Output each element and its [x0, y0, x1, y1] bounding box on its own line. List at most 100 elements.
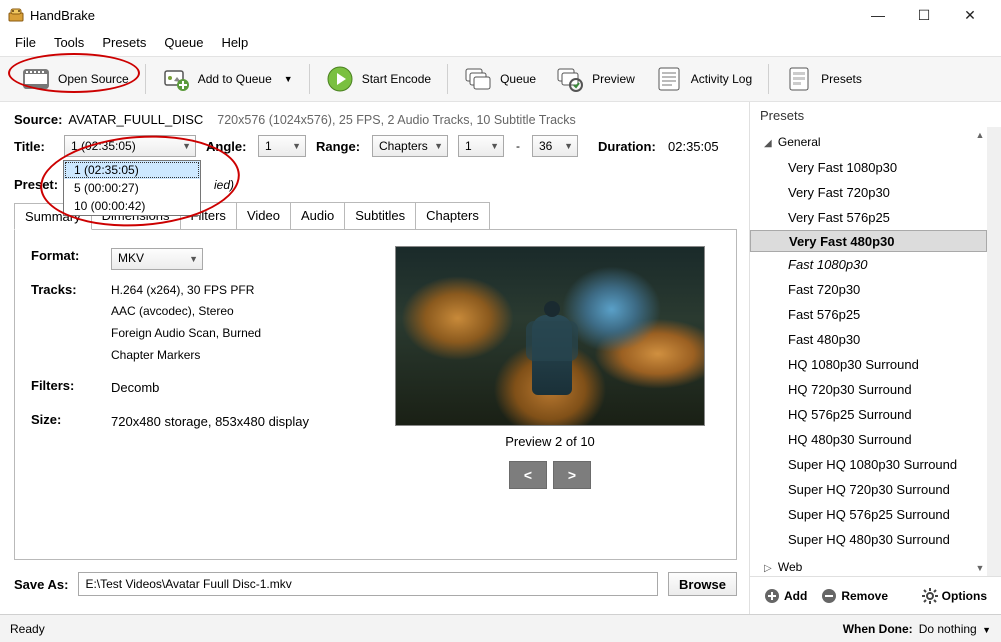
title-dropdown-open[interactable]: 1 (02:35:05) 5 (00:00:27) 10 (00:00:42)	[63, 160, 201, 216]
close-button[interactable]: ✕	[947, 0, 993, 30]
preset-item[interactable]: Super HQ 576p25 Surround	[750, 502, 987, 527]
when-done-value: Do nothing	[919, 622, 977, 636]
preset-group-general[interactable]: ◢ General	[750, 127, 987, 155]
preview-button[interactable]: Preview	[546, 59, 645, 99]
preset-item[interactable]: Fast 720p30	[750, 277, 987, 302]
menu-queue[interactable]: Queue	[155, 32, 212, 53]
range-from-select[interactable]: 1 ▼	[458, 135, 504, 157]
duration-value: 02:35:05	[668, 139, 719, 154]
title-option-1[interactable]: 5 (00:00:27)	[64, 179, 200, 197]
status-text: Ready	[10, 622, 45, 636]
preset-item-selected[interactable]: Very Fast 480p30	[750, 230, 987, 252]
scroll-down-icon[interactable]: ▼	[973, 560, 987, 576]
queue-icon	[464, 65, 492, 93]
range-type-select[interactable]: Chapters ▼	[372, 135, 448, 157]
range-to-select[interactable]: 36 ▼	[532, 135, 578, 157]
preset-item[interactable]: HQ 720p30 Surround	[750, 377, 987, 402]
preset-item[interactable]: Very Fast 720p30	[750, 180, 987, 205]
menu-tools[interactable]: Tools	[45, 32, 93, 53]
presets-button[interactable]: Presets	[775, 59, 872, 99]
summary-left: Format: MKV ▼ Tracks: H.264 (x264), 30 F…	[31, 246, 360, 543]
add-to-queue-button[interactable]: Add to Queue ▼	[152, 59, 303, 99]
title-option-2[interactable]: 10 (00:00:42)	[64, 197, 200, 215]
summary-right: Preview 2 of 10 < >	[380, 246, 720, 543]
queue-add-icon	[162, 65, 190, 93]
remove-preset-button[interactable]: Remove	[817, 586, 892, 606]
title-select-value: 1 (02:35:05)	[71, 139, 136, 153]
presets-footer: Add Remove Options	[750, 576, 1001, 614]
tab-audio[interactable]: Audio	[290, 202, 345, 229]
presets-panel: Presets ▲ ◢ General Very Fast 1080p30 Ve…	[749, 102, 1001, 614]
preview-caption: Preview 2 of 10	[505, 434, 595, 449]
menu-file[interactable]: File	[6, 32, 45, 53]
chevron-down-icon: ▼	[434, 141, 443, 151]
preview-next-button[interactable]: >	[553, 461, 591, 489]
save-as-path: E:\Test Videos\Avatar Fuull Disc-1.mkv	[85, 577, 291, 591]
toolbar-separator	[309, 64, 310, 94]
filters-value: Decomb	[111, 376, 360, 399]
content: Source: AVATAR_FUULL_DISC 720x576 (1024x…	[0, 102, 1001, 614]
chevron-down-icon: ▼	[490, 141, 499, 151]
minimize-button[interactable]: —	[855, 0, 901, 30]
save-as-input[interactable]: E:\Test Videos\Avatar Fuull Disc-1.mkv	[78, 572, 658, 596]
preset-item[interactable]: Super HQ 1080p30 Surround	[750, 452, 987, 477]
gear-icon	[922, 588, 938, 604]
menu-presets[interactable]: Presets	[93, 32, 155, 53]
tab-subtitles[interactable]: Subtitles	[344, 202, 416, 229]
preset-item[interactable]: Fast 576p25	[750, 302, 987, 327]
group-general-label: General	[778, 135, 821, 149]
source-label: Source:	[14, 112, 62, 127]
preset-item[interactable]: Super HQ 480p30 Surround	[750, 527, 987, 552]
statusbar: Ready When Done: Do nothing ▼	[0, 614, 1001, 642]
angle-label: Angle:	[206, 139, 248, 154]
menu-help[interactable]: Help	[212, 32, 257, 53]
app-icon	[8, 7, 24, 23]
presets-list[interactable]: ▲ ◢ General Very Fast 1080p30 Very Fast …	[750, 127, 1001, 576]
maximize-button[interactable]: ☐	[901, 0, 947, 30]
preview-prev-button[interactable]: <	[509, 461, 547, 489]
preset-item[interactable]: Fast 480p30	[750, 327, 987, 352]
preset-item[interactable]: HQ 480p30 Surround	[750, 427, 987, 452]
preset-group-web[interactable]: ▷ Web	[750, 552, 987, 576]
remove-label: Remove	[841, 589, 888, 603]
source-row: Source: AVATAR_FUULL_DISC 720x576 (1024x…	[14, 112, 737, 127]
preset-item[interactable]: HQ 1080p30 Surround	[750, 352, 987, 377]
preview-image	[395, 246, 705, 426]
open-source-button[interactable]: Open Source	[12, 59, 139, 99]
source-info: 720x576 (1024x576), 25 FPS, 2 Audio Trac…	[217, 113, 576, 127]
toolbar-separator	[768, 64, 769, 94]
activity-log-button[interactable]: Activity Log	[645, 59, 762, 99]
scrollbar-thumb[interactable]	[988, 147, 1000, 387]
caret-down-icon: ◢	[764, 138, 774, 149]
preset-item[interactable]: Super HQ 720p30 Surround	[750, 477, 987, 502]
queue-button[interactable]: Queue	[454, 59, 546, 99]
preset-item[interactable]: HQ 576p25 Surround	[750, 402, 987, 427]
track-line-3: Chapter Markers	[111, 345, 360, 367]
toolbar-separator	[447, 64, 448, 94]
title-select[interactable]: 1 (02:35:05) ▼	[64, 135, 196, 157]
menubar: File Tools Presets Queue Help	[0, 30, 1001, 56]
angle-value: 1	[265, 139, 272, 153]
preview-nav: < >	[509, 461, 591, 489]
film-icon	[22, 65, 50, 93]
title-option-0[interactable]: 1 (02:35:05)	[64, 161, 200, 179]
when-done-select[interactable]: Do nothing ▼	[919, 622, 991, 636]
preset-options-button[interactable]: Options	[918, 586, 991, 606]
preset-item[interactable]: Very Fast 576p25	[750, 205, 987, 230]
preview-label: Preview	[592, 72, 635, 86]
add-preset-button[interactable]: Add	[760, 586, 811, 606]
plus-icon	[764, 588, 780, 604]
angle-select[interactable]: 1 ▼	[258, 135, 306, 157]
scroll-up-icon[interactable]: ▲	[973, 127, 987, 143]
toolbar: Open Source Add to Queue ▼ Start Encode …	[0, 56, 1001, 102]
format-value: MKV	[118, 248, 144, 270]
browse-button[interactable]: Browse	[668, 572, 737, 596]
start-encode-button[interactable]: Start Encode	[316, 59, 441, 99]
tab-chapters[interactable]: Chapters	[415, 202, 490, 229]
preset-item[interactable]: Fast 1080p30	[750, 252, 987, 277]
tab-video[interactable]: Video	[236, 202, 291, 229]
format-select[interactable]: MKV ▼	[111, 248, 203, 270]
preset-item[interactable]: Very Fast 1080p30	[750, 155, 987, 180]
duration-label: Duration:	[598, 139, 658, 154]
chevron-down-icon: ▼	[564, 141, 573, 151]
